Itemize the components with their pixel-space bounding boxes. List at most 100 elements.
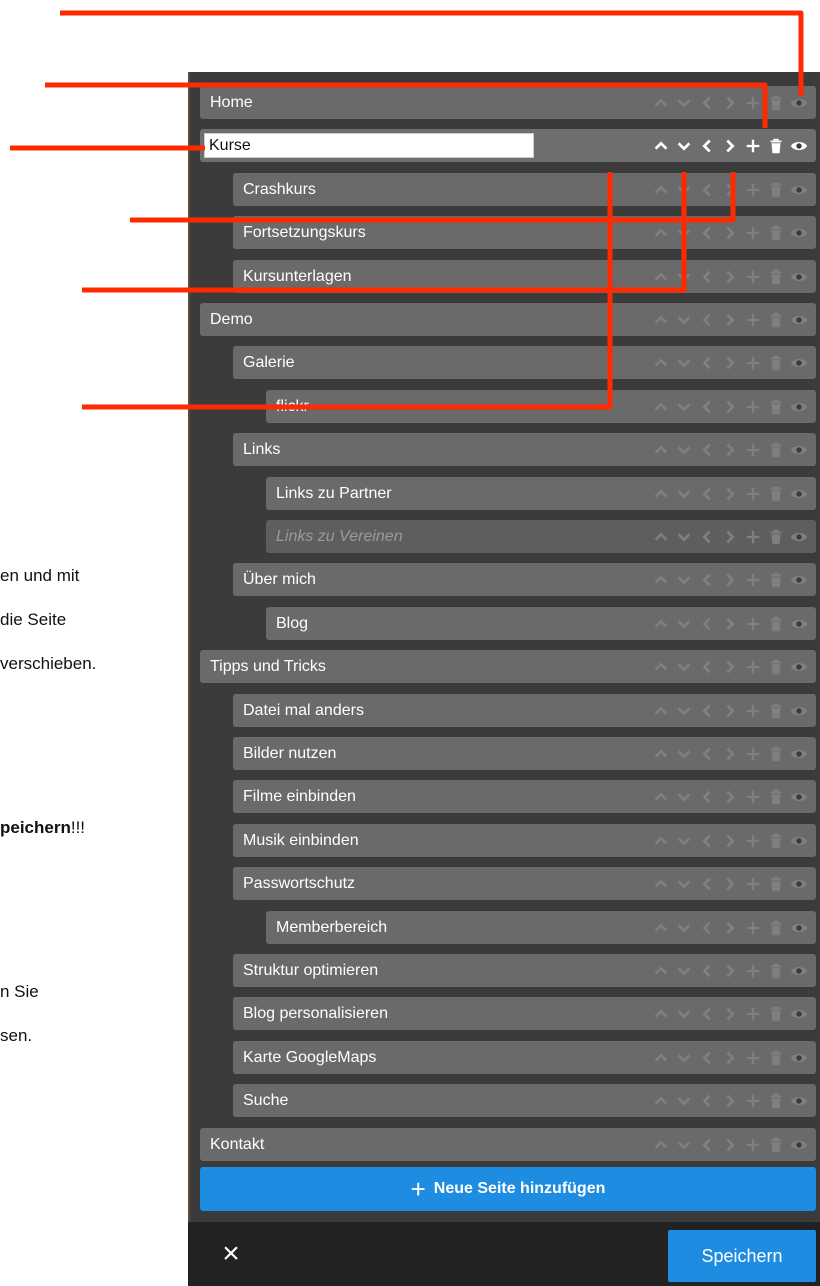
eye-icon[interactable]: [788, 873, 810, 895]
chevron-down-icon[interactable]: [673, 309, 695, 331]
chevron-up-icon[interactable]: [650, 396, 672, 418]
trash-icon[interactable]: [765, 700, 787, 722]
chevron-right-icon[interactable]: [719, 1047, 741, 1069]
chevron-up-icon[interactable]: [650, 1003, 672, 1025]
plus-icon[interactable]: [742, 1047, 764, 1069]
chevron-left-icon[interactable]: [696, 873, 718, 895]
eye-icon[interactable]: [788, 830, 810, 852]
chevron-down-icon[interactable]: [673, 439, 695, 461]
chevron-up-icon[interactable]: [650, 917, 672, 939]
chevron-left-icon[interactable]: [696, 613, 718, 635]
chevron-left-icon[interactable]: [696, 700, 718, 722]
trash-icon[interactable]: [765, 569, 787, 591]
trash-icon[interactable]: [765, 613, 787, 635]
chevron-right-icon[interactable]: [719, 526, 741, 548]
plus-icon[interactable]: [742, 483, 764, 505]
page-row[interactable]: Filme einbinden: [233, 780, 816, 813]
chevron-up-icon[interactable]: [650, 266, 672, 288]
page-row[interactable]: Über mich: [233, 563, 816, 596]
eye-icon[interactable]: [788, 309, 810, 331]
page-row[interactable]: Kursunterlagen: [233, 260, 816, 293]
chevron-right-icon[interactable]: [719, 917, 741, 939]
trash-icon[interactable]: [765, 743, 787, 765]
eye-icon[interactable]: [788, 569, 810, 591]
page-row[interactable]: Memberbereich: [266, 911, 816, 944]
chevron-left-icon[interactable]: [696, 526, 718, 548]
trash-icon[interactable]: [765, 1003, 787, 1025]
chevron-down-icon[interactable]: [673, 266, 695, 288]
plus-icon[interactable]: [742, 743, 764, 765]
page-row[interactable]: Galerie: [233, 346, 816, 379]
chevron-down-icon[interactable]: [673, 92, 695, 114]
eye-icon[interactable]: [788, 526, 810, 548]
chevron-right-icon[interactable]: [719, 960, 741, 982]
trash-icon[interactable]: [765, 830, 787, 852]
trash-icon[interactable]: [765, 179, 787, 201]
chevron-right-icon[interactable]: [719, 569, 741, 591]
trash-icon[interactable]: [765, 786, 787, 808]
plus-icon[interactable]: [742, 266, 764, 288]
chevron-left-icon[interactable]: [696, 1090, 718, 1112]
eye-icon[interactable]: [788, 960, 810, 982]
trash-icon[interactable]: [765, 1047, 787, 1069]
page-row[interactable]: Datei mal anders: [233, 694, 816, 727]
trash-icon[interactable]: [765, 352, 787, 374]
plus-icon[interactable]: [742, 352, 764, 374]
plus-icon[interactable]: [742, 873, 764, 895]
chevron-left-icon[interactable]: [696, 309, 718, 331]
chevron-down-icon[interactable]: [673, 830, 695, 852]
chevron-down-icon[interactable]: [673, 1047, 695, 1069]
page-row[interactable]: Links zu Partner: [266, 477, 816, 510]
chevron-right-icon[interactable]: [719, 222, 741, 244]
chevron-left-icon[interactable]: [696, 656, 718, 678]
trash-icon[interactable]: [765, 1090, 787, 1112]
trash-icon[interactable]: [765, 526, 787, 548]
chevron-down-icon[interactable]: [673, 960, 695, 982]
trash-icon[interactable]: [765, 222, 787, 244]
chevron-down-icon[interactable]: [673, 526, 695, 548]
chevron-up-icon[interactable]: [650, 613, 672, 635]
plus-icon[interactable]: [742, 1090, 764, 1112]
chevron-up-icon[interactable]: [650, 309, 672, 331]
eye-icon[interactable]: [788, 1047, 810, 1069]
chevron-down-icon[interactable]: [673, 179, 695, 201]
chevron-up-icon[interactable]: [650, 222, 672, 244]
page-row[interactable]: Suche: [233, 1084, 816, 1117]
page-row[interactable]: Bilder nutzen: [233, 737, 816, 770]
chevron-left-icon[interactable]: [696, 266, 718, 288]
page-row[interactable]: Links: [233, 433, 816, 466]
eye-icon[interactable]: [788, 1134, 810, 1156]
page-row[interactable]: Crashkurs: [233, 173, 816, 206]
chevron-right-icon[interactable]: [719, 483, 741, 505]
chevron-left-icon[interactable]: [696, 569, 718, 591]
chevron-right-icon[interactable]: [719, 613, 741, 635]
chevron-up-icon[interactable]: [650, 352, 672, 374]
chevron-up-icon[interactable]: [650, 569, 672, 591]
chevron-right-icon[interactable]: [719, 1090, 741, 1112]
plus-icon[interactable]: [742, 1003, 764, 1025]
chevron-up-icon[interactable]: [650, 526, 672, 548]
trash-icon[interactable]: [765, 656, 787, 678]
page-row[interactable]: Blog: [266, 607, 816, 640]
chevron-right-icon[interactable]: [719, 135, 741, 157]
chevron-down-icon[interactable]: [673, 1003, 695, 1025]
plus-icon[interactable]: [742, 613, 764, 635]
chevron-down-icon[interactable]: [673, 483, 695, 505]
plus-icon[interactable]: [742, 830, 764, 852]
eye-icon[interactable]: [788, 1003, 810, 1025]
chevron-left-icon[interactable]: [696, 1047, 718, 1069]
chevron-down-icon[interactable]: [673, 569, 695, 591]
chevron-right-icon[interactable]: [719, 830, 741, 852]
plus-icon[interactable]: [742, 786, 764, 808]
chevron-up-icon[interactable]: [650, 135, 672, 157]
eye-icon[interactable]: [788, 743, 810, 765]
chevron-down-icon[interactable]: [673, 873, 695, 895]
chevron-right-icon[interactable]: [719, 439, 741, 461]
chevron-right-icon[interactable]: [719, 743, 741, 765]
plus-icon[interactable]: [742, 1134, 764, 1156]
chevron-down-icon[interactable]: [673, 352, 695, 374]
plus-icon[interactable]: [742, 656, 764, 678]
page-name-input[interactable]: [204, 133, 534, 158]
page-row[interactable]: Karte GoogleMaps: [233, 1041, 816, 1074]
trash-icon[interactable]: [765, 960, 787, 982]
